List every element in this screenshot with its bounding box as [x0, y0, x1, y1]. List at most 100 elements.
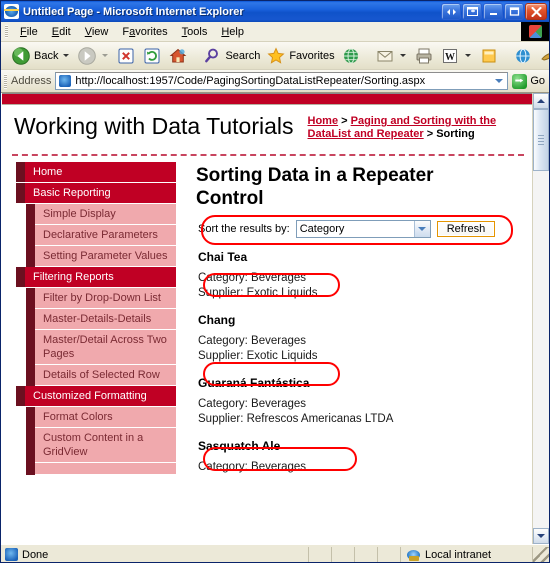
mail-button[interactable] — [372, 44, 411, 68]
sidebar-label: Master/Detail Across Two Pages — [43, 334, 167, 360]
breadcrumb-separator-2: > — [423, 128, 437, 140]
sidebar-item-master-details-details[interactable]: Master-Details-Details — [35, 309, 176, 330]
refresh-icon — [144, 48, 160, 63]
breadcrumb-link-home[interactable]: Home — [308, 115, 339, 127]
page-status-icon — [5, 548, 18, 561]
sidebar-item-declarative-parameters[interactable]: Declarative Parameters — [35, 225, 176, 246]
navigation-toolbar: Back Search Favorites W — [1, 42, 549, 70]
page-top-red-bar — [2, 93, 532, 105]
status-cell-3 — [355, 546, 378, 562]
menu-item-file[interactable]: File — [13, 25, 45, 39]
minimize-button[interactable] — [483, 3, 503, 20]
sidebar-item-simple-display[interactable]: Simple Display — [35, 204, 176, 225]
product-item: Sasquatch Ale Category: Beverages — [198, 439, 522, 475]
product-name: Guaraná Fantástica — [198, 376, 310, 390]
sidebar-item-home[interactable]: Home — [16, 162, 176, 183]
scroll-up-button[interactable] — [533, 93, 549, 109]
go-button[interactable]: Go — [508, 73, 549, 89]
menu-item-help[interactable]: Help — [214, 25, 251, 39]
sidebar-label: Simple Display — [43, 208, 116, 220]
content-heading: Sorting Data in a Repeater Control — [196, 165, 434, 209]
star-icon — [267, 46, 285, 64]
sidebar-item-setting-parameter-values[interactable]: Setting Parameter Values — [35, 246, 176, 267]
sidebar-label: Filtering Reports — [33, 271, 114, 283]
restore-window-button[interactable] — [462, 3, 482, 20]
scrollbar-track[interactable] — [533, 109, 549, 528]
messenger-button[interactable] — [510, 44, 536, 68]
sidebar-item-custom-content-in-a-gridview[interactable]: Custom Content in a GridView — [35, 428, 176, 463]
product-name: Chai Tea — [198, 250, 248, 264]
sidebar-item-filtering-reports[interactable]: Filtering Reports — [16, 267, 176, 288]
scroll-down-button[interactable] — [533, 528, 549, 544]
page-viewport: Working with Data Tutorials Home > Pagin… — [1, 93, 549, 544]
sidebar-label: Declarative Parameters — [43, 229, 158, 241]
breadcrumb-separator-1: > — [338, 115, 351, 127]
menu-item-edit[interactable]: Edit — [45, 25, 78, 39]
address-input[interactable]: http://localhost:1957/Code/PagingSorting… — [55, 72, 509, 90]
address-dropdown-icon[interactable] — [491, 73, 507, 89]
sidebar-label: Filter by Drop-Down List — [43, 292, 161, 304]
menu-item-view[interactable]: View — [78, 25, 116, 39]
product-supplier: Supplier: Refrescos Americanas LTDA — [198, 413, 394, 425]
sidebar-label: Custom Content in a GridView — [43, 432, 144, 458]
maximize-button[interactable] — [504, 3, 524, 20]
status-cell-4 — [378, 546, 401, 562]
sidebar-label: Customized Formatting — [33, 390, 147, 402]
favorites-button[interactable]: Favorites — [263, 44, 337, 68]
go-button-label: Go — [530, 75, 545, 87]
sidebar-item-filter-by-drop-down-list[interactable]: Filter by Drop-Down List — [35, 288, 176, 309]
search-button[interactable]: Search — [199, 44, 263, 68]
edit-caret-icon[interactable] — [464, 54, 471, 57]
forward-history-caret-icon — [102, 54, 109, 57]
sort-dropdown[interactable]: Category — [295, 220, 431, 238]
back-button[interactable]: Back — [8, 44, 74, 68]
chevron-down-icon[interactable] — [413, 221, 430, 237]
forward-button[interactable] — [74, 44, 113, 68]
bird-icon — [540, 52, 549, 61]
sidebar-item-details-of-selected-row[interactable]: Details of Selected Row — [35, 365, 176, 386]
resize-grip[interactable] — [533, 546, 549, 562]
stop-icon — [118, 48, 134, 63]
status-bar: Done Local intranet — [1, 544, 549, 562]
breadcrumb-current: Sorting — [436, 128, 475, 140]
back-history-caret-icon[interactable] — [63, 54, 70, 57]
status-text: Done — [22, 548, 49, 561]
sidebar-label: Home — [33, 166, 63, 178]
menu-item-tools[interactable]: Tools — [175, 25, 215, 39]
search-icon — [205, 48, 219, 62]
sidebar-item-format-colors[interactable]: Format Colors — [35, 407, 176, 428]
print-button[interactable] — [411, 44, 437, 68]
sticky-note-icon — [482, 49, 496, 62]
close-button[interactable] — [525, 3, 547, 20]
notes-button[interactable] — [476, 44, 502, 68]
scrollbar-thumb[interactable] — [533, 109, 549, 171]
menu-item-favorites[interactable]: Favorites — [115, 25, 174, 39]
refresh-button[interactable]: Refresh — [436, 221, 496, 237]
refresh-button[interactable] — [139, 44, 165, 68]
sidebar-label: Details of Selected Row — [43, 369, 160, 381]
address-bar: Address http://localhost:1957/Code/Pagin… — [1, 70, 549, 93]
browser-window: Untitled Page - Microsoft Internet Explo… — [0, 0, 550, 563]
sidebar-item-partial[interactable] — [35, 463, 176, 475]
vertical-scrollbar[interactable] — [532, 93, 549, 544]
research-button[interactable] — [536, 44, 549, 68]
word-document-icon: W — [442, 48, 457, 63]
back-button-label: Back — [34, 49, 59, 62]
edit-with-word-button[interactable]: W — [437, 44, 476, 68]
windows-flag-logo — [521, 22, 549, 41]
status-cell-2 — [332, 546, 355, 562]
history-button[interactable] — [338, 44, 364, 68]
stop-button[interactable] — [113, 44, 139, 68]
restore-group-button[interactable] — [441, 3, 461, 20]
sidebar-items: Home Basic Reporting Simple Display Decl… — [16, 162, 176, 475]
ie-page-icon — [4, 4, 19, 19]
main-content: Sorting Data in a Repeater Control Sort … — [176, 156, 532, 481]
sidebar-item-master-detail-across-two-pages[interactable]: Master/Detail Across Two Pages — [35, 330, 176, 365]
sidebar-item-basic-reporting[interactable]: Basic Reporting — [16, 183, 176, 204]
home-button[interactable] — [165, 44, 191, 68]
security-zone-indicator[interactable]: Local intranet — [401, 546, 533, 562]
web-page: Working with Data Tutorials Home > Pagin… — [2, 93, 532, 544]
sidebar-item-customized-formatting[interactable]: Customized Formatting — [16, 386, 176, 407]
svg-text:W: W — [445, 52, 455, 63]
mail-caret-icon[interactable] — [399, 54, 406, 57]
